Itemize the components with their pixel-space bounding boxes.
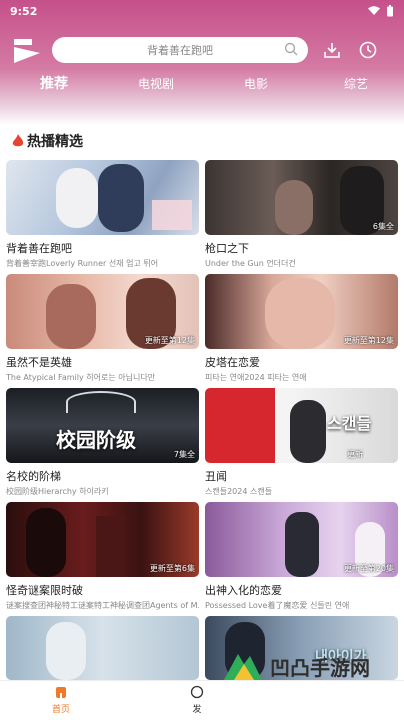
clock-icon xyxy=(359,41,377,59)
show-card[interactable]: 背着善在跑吧 背着善宰跑Loverly Runner 선재 업고 튀어 xyxy=(6,160,199,269)
episode-badge: 更新至第12集 xyxy=(343,336,394,345)
flame-icon xyxy=(12,134,24,147)
show-subtitle: Under the Gun 언더더건 xyxy=(205,259,296,268)
tab-tv-series[interactable]: 电视剧 xyxy=(138,75,174,92)
show-subtitle: 校园阶级Hierarchy 하이라키 xyxy=(6,487,109,496)
show-card[interactable]: 更新至第12集 虽然不是英雄 The Atypical Family 히어로는 … xyxy=(6,274,199,383)
show-subtitle: The Atypical Family 히어로는 아닙니다만 xyxy=(6,373,156,382)
search-placeholder: 背着善在跑吧 xyxy=(147,44,213,57)
bottom-navigation: 首页 发 xyxy=(0,680,404,720)
home-icon xyxy=(56,687,66,698)
tab-variety[interactable]: 综艺 xyxy=(344,75,368,92)
tab-movies[interactable]: 电影 xyxy=(244,75,268,92)
nav-home-label: 首页 xyxy=(52,705,71,715)
show-title: 皮塔在恋爱 xyxy=(205,356,260,369)
download-button[interactable] xyxy=(320,38,344,62)
show-poster: 更新至第12集 xyxy=(205,274,398,349)
top-bar: 背着善在跑吧 xyxy=(10,32,394,68)
episode-badge: 更新至第6集 xyxy=(149,564,195,573)
episode-badge: 更新至第20集 xyxy=(343,564,394,573)
show-poster: 스캔들 更新 xyxy=(205,388,398,463)
show-subtitle: Possessed Love着了魔恋爱 신들린 연애 xyxy=(205,601,350,610)
show-title: 虽然不是英雄 xyxy=(6,356,72,369)
show-title: 名校的阶梯 xyxy=(6,470,61,483)
show-subtitle: 스캔들2024 스캔들 xyxy=(205,487,273,496)
status-time: 9:52 xyxy=(10,4,38,18)
poster-title-text: 스캔들 xyxy=(327,414,372,433)
nav-discover[interactable]: 发 xyxy=(190,685,204,715)
show-card[interactable]: 校园阶级 7集全 名校的阶梯 校园阶级Hierarchy 하이라키 xyxy=(6,388,199,497)
episode-badge: 7集全 xyxy=(173,450,195,459)
show-poster xyxy=(6,160,199,235)
tab-recommend[interactable]: 推荐 xyxy=(40,73,68,93)
episode-badge: 更新 xyxy=(347,450,363,459)
show-card[interactable]: 6集全 枪口之下 Under the Gun 언더더건 xyxy=(205,160,398,269)
wifi-icon xyxy=(368,6,380,15)
show-card[interactable] xyxy=(6,616,199,680)
search-input[interactable]: 背着善在跑吧 xyxy=(52,37,308,63)
nav-home[interactable]: 首页 xyxy=(52,685,70,715)
section-title: 热播精选 xyxy=(27,134,83,150)
show-card[interactable]: 更新至第20集 出神入化的恋爱 Possessed Love着了魔恋爱 신들린 … xyxy=(205,502,398,611)
status-bar: 9:52 xyxy=(0,0,404,22)
show-subtitle: 背着善宰跑Loverly Runner 선재 업고 튀어 xyxy=(6,259,159,268)
site-watermark: 凹凸手游网 xyxy=(220,646,400,686)
show-title: 丑闻 xyxy=(205,470,227,483)
episode-badge: 更新至第12集 xyxy=(144,336,195,345)
search-icon[interactable] xyxy=(284,42,298,56)
show-card[interactable]: 스캔들 更新 丑闻 스캔들2024 스캔들 xyxy=(205,388,398,497)
show-card[interactable]: 更新至第12集 皮塔在恋爱 피타는 연애2024 피타는 연애 xyxy=(205,274,398,383)
discover-icon xyxy=(190,685,204,699)
show-poster: 6集全 xyxy=(205,160,398,235)
show-poster: 更新至第12集 xyxy=(6,274,199,349)
history-button[interactable] xyxy=(356,38,380,62)
nav-discover-label: 发 xyxy=(192,705,202,715)
show-poster: 更新至第20集 xyxy=(205,502,398,577)
show-poster: 校园阶级 7集全 xyxy=(6,388,199,463)
show-title: 枪口之下 xyxy=(205,242,249,255)
watermark-text: 凹凸手游网 xyxy=(270,655,370,680)
show-title: 背着善在跑吧 xyxy=(6,242,72,255)
show-title: 怪奇谜案限时破 xyxy=(6,584,83,597)
battery-icon xyxy=(387,5,393,17)
app-logo-icon xyxy=(14,39,40,63)
show-subtitle: 피타는 연애2024 피타는 연애 xyxy=(205,373,307,382)
section-header: 热播精选 xyxy=(12,131,83,151)
show-card[interactable]: 更新至第6集 怪奇谜案限时破 谜案搜查团神秘特工谜案特工神秘调查团Agents … xyxy=(6,502,199,611)
show-title: 出神入化的恋爱 xyxy=(205,584,282,597)
category-tabs: 推荐 电视剧 电影 综艺 xyxy=(0,70,404,96)
show-poster: 更新至第6集 xyxy=(6,502,199,577)
watermark-logo-icon xyxy=(224,654,262,680)
show-poster xyxy=(6,616,199,680)
download-icon xyxy=(324,43,340,58)
show-subtitle: 谜案搜查团神秘特工谜案特工神秘调查团Agents of M... xyxy=(6,601,199,610)
episode-badge: 6集全 xyxy=(372,222,394,231)
poster-title-text: 校园阶级 xyxy=(56,428,136,452)
